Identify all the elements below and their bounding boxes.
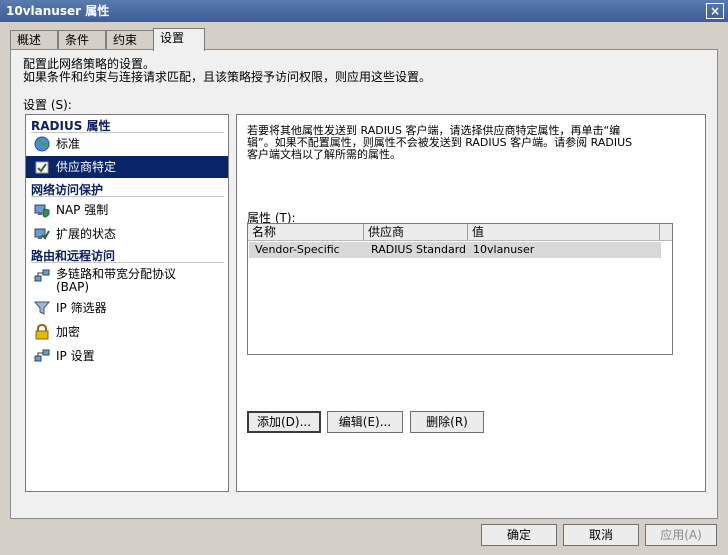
sidebar-item-encryption[interactable]: 加密 xyxy=(26,321,228,343)
sidebar-item-vendor-specific[interactable]: 供应商特定 xyxy=(26,156,228,178)
cancel-button[interactable]: 取消 xyxy=(563,524,639,546)
sidebar-item-label: 多链路和带宽分配协议 (BAP) xyxy=(56,268,176,294)
sidebar-item-label: 扩展的状态 xyxy=(56,227,117,241)
sidebar-item-nap-enforcement[interactable]: NAP 强制 xyxy=(26,199,228,221)
vendor-specific-panel: 若要将其他属性发送到 RADIUS 客户端，请选择供应商特定属性，再单击“编 辑… xyxy=(236,114,706,492)
cell-name: Vendor-Specific xyxy=(255,243,340,256)
column-header-value[interactable]: 值 xyxy=(468,224,660,240)
attributes-list[interactable]: 名称 供应商 值 Vendor-Specific RADIUS Standard… xyxy=(247,223,673,355)
table-row[interactable]: Vendor-Specific RADIUS Standard 10vlanus… xyxy=(249,242,661,258)
sidebar-item-label: 加密 xyxy=(56,325,81,339)
panel-description: 若要将其他属性发送到 RADIUS 客户端，请选择供应商特定属性，再单击“编 辑… xyxy=(247,125,677,161)
tab-conditions[interactable]: 条件 xyxy=(58,30,106,50)
checkbox-icon xyxy=(34,159,50,175)
description-line: 如果条件和约束与连接请求匹配，且该策略授予访问权限，则应用这些设置。 xyxy=(23,70,432,84)
tab-settings[interactable]: 设置 xyxy=(153,28,205,51)
tab-overview[interactable]: 概述 xyxy=(10,30,58,50)
sidebar-item-label-line: (BAP) xyxy=(56,280,90,294)
group-divider xyxy=(31,262,224,263)
tab-constraints[interactable]: 约束 xyxy=(106,30,154,50)
network-icon xyxy=(34,268,50,284)
sidebar-item-ip-filters[interactable]: IP 筛选器 xyxy=(26,297,228,319)
settings-page: 配置此网络策略的设置。 如果条件和约束与连接请求匹配，且该策略授予访问权限，则应… xyxy=(10,49,718,519)
sidebar-item-standard[interactable]: 标准 xyxy=(26,133,228,155)
title-bar: 10vlanuser 属性 × xyxy=(0,0,728,22)
sidebar-item-ip-settings[interactable]: IP 设置 xyxy=(26,345,228,367)
sidebar-item-label: IP 设置 xyxy=(56,349,95,363)
ok-button[interactable]: 确定 xyxy=(481,524,557,546)
globe-icon xyxy=(34,136,50,152)
close-icon[interactable]: × xyxy=(706,3,724,19)
funnel-icon xyxy=(33,300,51,316)
cell-vendor: RADIUS Standard xyxy=(371,243,467,256)
window-title: 10vlanuser 属性 xyxy=(6,4,110,18)
settings-label: 设置 (S): xyxy=(23,98,72,112)
sidebar-item-label: 标准 xyxy=(56,137,81,151)
cell-value: 10vlanuser xyxy=(473,243,535,256)
sidebar-item-label: NAP 强制 xyxy=(56,203,109,217)
state-icon xyxy=(34,226,50,242)
list-header: 名称 供应商 值 xyxy=(248,224,672,241)
network-icon xyxy=(34,348,50,364)
sidebar-item-label: 供应商特定 xyxy=(56,160,117,174)
column-header-name[interactable]: 名称 xyxy=(248,224,364,240)
add-button[interactable]: 添加(D)... xyxy=(247,411,321,433)
column-header-vendor[interactable]: 供应商 xyxy=(364,224,468,240)
apply-button[interactable]: 应用(A) xyxy=(645,524,717,546)
panel-description-line: 客户端文档以了解所需的属性。 xyxy=(247,148,401,161)
lock-icon xyxy=(34,323,50,340)
sidebar-item-extended-state[interactable]: 扩展的状态 xyxy=(26,223,228,245)
edit-button[interactable]: 编辑(E)... xyxy=(327,411,403,433)
sidebar-item-label: IP 筛选器 xyxy=(56,301,107,315)
sidebar-item-multilink-bap[interactable]: 多链路和带宽分配协议 (BAP) xyxy=(26,265,228,297)
delete-button[interactable]: 删除(R) xyxy=(410,411,484,433)
shield-computer-icon xyxy=(34,202,50,218)
settings-tree: RADIUS 属性 标准 供应商特定 网络访问保护 NAP 强制 扩展的状态 路… xyxy=(25,114,229,492)
group-divider xyxy=(31,196,224,197)
page-description: 配置此网络策略的设置。 如果条件和约束与连接请求匹配，且该策略授予访问权限，则应… xyxy=(23,58,431,84)
